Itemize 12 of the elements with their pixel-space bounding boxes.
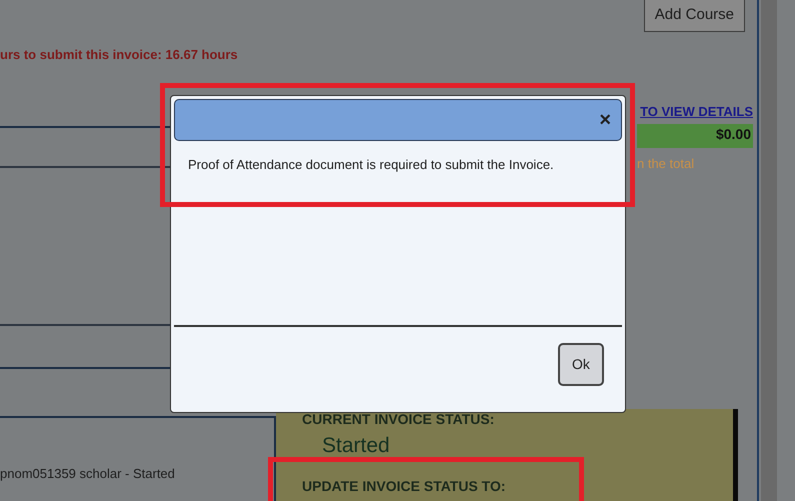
ok-button[interactable]: Ok	[558, 343, 604, 386]
total-amount: $0.00	[637, 124, 753, 148]
hours-notice: urs to submit this invoice: 16.67 hours	[0, 47, 238, 62]
dialog-message: Proof of Attendance document is required to submit the Invoice.	[187, 156, 555, 174]
close-button[interactable]: ×	[599, 110, 611, 130]
scholar-status-text: pnom051359 scholar - Started	[0, 466, 175, 481]
update-status-label: UPDATE INVOICE STATUS TO:	[302, 476, 507, 496]
view-details-link[interactable]: TO VIEW DETAILS	[640, 102, 753, 122]
current-status-value: Started	[321, 433, 391, 459]
current-status-label: CURRENT INVOICE STATUS:	[302, 410, 496, 429]
add-course-button[interactable]: Add Course	[644, 0, 745, 32]
total-note: n the total	[637, 154, 694, 172]
